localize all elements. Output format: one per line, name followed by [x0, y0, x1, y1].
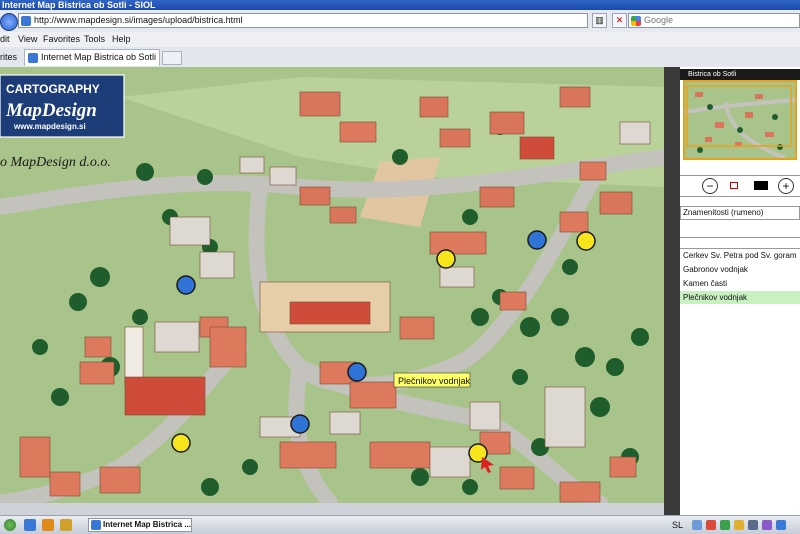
- yellow-map-marker[interactable]: [171, 433, 191, 453]
- reset-view-icon[interactable]: [730, 182, 738, 189]
- address-url: http://www.mapdesign.si/images/upload/bi…: [34, 15, 243, 25]
- list-header: [680, 237, 800, 249]
- menu-view[interactable]: View: [18, 33, 37, 46]
- menu-favorites[interactable]: Favorites: [43, 33, 80, 46]
- yellow-map-marker[interactable]: [436, 249, 456, 269]
- list-item-plecnikov[interactable]: Plečnikov vodnjak: [680, 291, 800, 304]
- blue-map-marker[interactable]: [527, 230, 547, 250]
- overview-map[interactable]: [683, 80, 797, 160]
- tray-volume-icon[interactable]: [748, 520, 758, 530]
- page-content: Plečnikov vodnjak CARTOGRAPHY MapDesign …: [0, 67, 800, 515]
- color-swatch[interactable]: [754, 181, 768, 190]
- tray-app-icon[interactable]: [762, 520, 772, 530]
- window-title-bar: Internet Map Bistrica ob Sotli - SIOL: [0, 0, 800, 10]
- tab-title: Internet Map Bistrica ob Sotli: [41, 52, 157, 62]
- folder-icon[interactable]: [60, 519, 72, 531]
- logo-brand: MapDesign: [5, 100, 97, 121]
- list-item-label: Gabronov vodnjak: [683, 265, 748, 274]
- stop-button[interactable]: ✕: [612, 13, 627, 28]
- start-button-icon[interactable]: [4, 519, 16, 531]
- tray-monitor-icon[interactable]: [776, 520, 786, 530]
- tray-network-icon[interactable]: [692, 520, 702, 530]
- window-title: Internet Map Bistrica ob Sotli - SIOL: [2, 0, 156, 10]
- new-tab-button[interactable]: [162, 51, 182, 65]
- map-tooltip: Plečnikov vodnjak: [393, 372, 471, 388]
- address-bar[interactable]: http://www.mapdesign.si/images/upload/bi…: [18, 13, 588, 28]
- overview-title-bar: Bistrica ob Sotli: [680, 69, 800, 80]
- overview-title: Bistrica ob Sotli: [688, 71, 737, 78]
- search-input[interactable]: Google: [628, 13, 800, 28]
- list-item-label: Kamen časti: [683, 279, 728, 288]
- list-item-gabronov[interactable]: Gabronov vodnjak: [680, 263, 800, 276]
- tray-update-icon[interactable]: [734, 520, 744, 530]
- zoom-out-icon[interactable]: −: [702, 178, 718, 194]
- ie-icon[interactable]: [24, 519, 36, 531]
- page-icon: [28, 53, 38, 63]
- logo-url: www.mapdesign.si: [13, 122, 86, 131]
- taskbar: Internet Map Bistrica ... SL: [0, 515, 800, 534]
- list-item-label: Cerkev Sv. Petra pod Sv. goram: [683, 251, 797, 260]
- logo-box: CARTOGRAPHY MapDesign www.mapdesign.si: [0, 74, 125, 138]
- zoom-toolbar: − +: [680, 175, 800, 197]
- back-button[interactable]: [0, 13, 18, 31]
- menu-bar: dit View Favorites Tools Help: [0, 32, 800, 48]
- taskbar-item-browser[interactable]: Internet Map Bistrica ...: [88, 518, 192, 532]
- interactive-map[interactable]: Plečnikov vodnjak CARTOGRAPHY MapDesign …: [0, 67, 664, 503]
- page-icon: [21, 15, 31, 26]
- yellow-map-marker[interactable]: [576, 231, 596, 251]
- blue-map-marker[interactable]: [347, 362, 367, 382]
- list-item-kamen[interactable]: Kamen časti: [680, 277, 800, 290]
- google-icon: [631, 15, 641, 26]
- zoom-in-icon[interactable]: +: [778, 178, 794, 194]
- panel-divider: [664, 67, 680, 515]
- menu-edit[interactable]: dit: [0, 33, 10, 46]
- language-indicator[interactable]: SL: [672, 518, 683, 532]
- tab-internet-map[interactable]: Internet Map Bistrica ob Sotli: [24, 49, 160, 66]
- blue-map-marker[interactable]: [176, 275, 196, 295]
- list-item-label: Plečnikov vodnjak: [683, 293, 748, 302]
- category-select-value: Znamenitosti (rumeno): [683, 208, 764, 217]
- logo-cartography: CARTOGRAPHY: [6, 82, 100, 96]
- list-item-cerkev[interactable]: Cerkev Sv. Petra pod Sv. goram: [680, 249, 800, 262]
- menu-help[interactable]: Help: [112, 33, 131, 46]
- tray-alert-icon[interactable]: [706, 520, 716, 530]
- blue-map-marker[interactable]: [290, 414, 310, 434]
- company-name: o MapDesign d.o.o.: [0, 155, 111, 170]
- firefox-icon[interactable]: [42, 519, 54, 531]
- tab-bar: rites Internet Map Bistrica ob Sotli: [0, 47, 800, 68]
- page-icon: [91, 520, 101, 530]
- horizontal-scrollbar[interactable]: [0, 503, 664, 515]
- address-row: http://www.mapdesign.si/images/upload/bi…: [0, 10, 800, 33]
- compat-view-button[interactable]: ▥: [592, 13, 607, 28]
- tray-security-icon[interactable]: [720, 520, 730, 530]
- menu-tools[interactable]: Tools: [84, 33, 105, 46]
- right-panel: Bistrica ob Sotli − + Znamenitosti (rume…: [680, 67, 800, 515]
- taskbar-item-label: Internet Map Bistrica ...: [103, 520, 192, 529]
- category-select[interactable]: Znamenitosti (rumeno): [680, 206, 800, 220]
- search-placeholder: Google: [644, 15, 674, 25]
- tooltip-text: Plečnikov vodnjak: [398, 376, 471, 386]
- favorites-button[interactable]: rites: [0, 50, 17, 64]
